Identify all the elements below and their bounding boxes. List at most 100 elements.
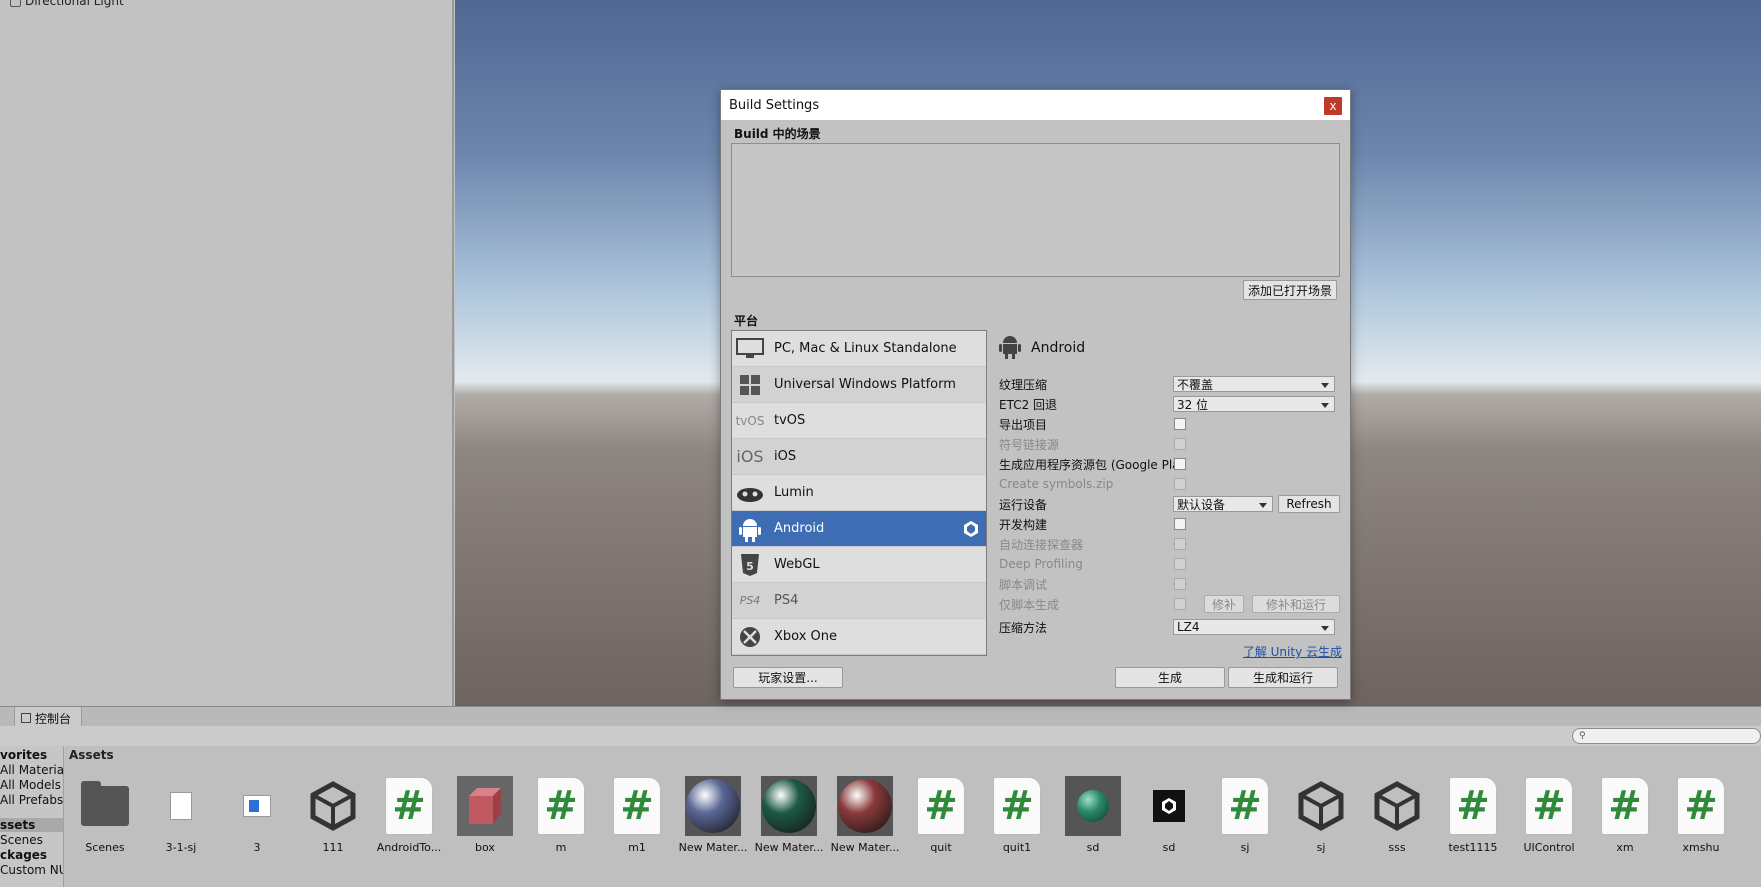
run-device-select[interactable]: 默认设备 bbox=[1173, 496, 1273, 512]
texture-compression-select[interactable]: 不覆盖 bbox=[1173, 376, 1335, 392]
patch-button[interactable]: 修补 bbox=[1204, 595, 1244, 613]
asset-label: New Mater... bbox=[754, 841, 824, 854]
asset-label: 111 bbox=[322, 841, 344, 854]
platform-label-text: WebGL bbox=[774, 557, 820, 572]
asset-item[interactable]: sd bbox=[1057, 776, 1129, 854]
hierarchy-panel: Directional Light bbox=[0, 0, 454, 706]
material-sphere-icon bbox=[837, 776, 893, 836]
asset-item[interactable]: # quit bbox=[905, 776, 977, 854]
asset-label: sd bbox=[1086, 841, 1100, 854]
player-settings-button[interactable]: 玩家设置... bbox=[733, 667, 843, 688]
tree-all-prefabs[interactable]: All Prefabs bbox=[0, 793, 63, 807]
script-debugging-checkbox[interactable] bbox=[1174, 578, 1186, 590]
patch-and-run-button[interactable]: 修补和运行 bbox=[1252, 595, 1340, 613]
project-folder-tree: vorites All Material All Models All Pref… bbox=[0, 746, 64, 887]
etc2-fallback-label: ETC2 回退 bbox=[999, 397, 1058, 412]
android-icon bbox=[999, 333, 1021, 363]
asset-item[interactable]: sj bbox=[1285, 776, 1357, 854]
add-open-scenes-button[interactable]: 添加已打开场景 bbox=[1243, 280, 1337, 300]
dialog-title: Build Settings bbox=[729, 97, 820, 113]
scripts-only-build-row: 仅脚本生成 修补 修补和运行 bbox=[999, 595, 1342, 613]
asset-item[interactable]: # UIControl bbox=[1513, 776, 1585, 854]
asset-item[interactable]: # test1115 bbox=[1437, 776, 1509, 854]
unity-cloud-build-link[interactable]: 了解 Unity 云生成 bbox=[1243, 643, 1342, 660]
asset-item[interactable]: # AndroidTo... bbox=[373, 776, 445, 854]
tree-custom-nunit[interactable]: Custom NU bbox=[0, 863, 63, 877]
asset-item[interactable]: sd bbox=[1133, 776, 1205, 854]
platform-label-text: Xbox One bbox=[774, 629, 838, 644]
asset-item[interactable]: # m1 bbox=[601, 776, 673, 854]
platform-tvos[interactable]: tvOS tvOS bbox=[732, 403, 986, 439]
asset-item[interactable]: # xm bbox=[1589, 776, 1661, 854]
asset-item[interactable]: New Mater... bbox=[677, 776, 749, 854]
prefab-box-icon bbox=[457, 776, 513, 836]
project-search-input[interactable]: ⚲ bbox=[1572, 728, 1761, 744]
compression-method-select[interactable]: LZ4 bbox=[1173, 619, 1335, 635]
deep-profiling-checkbox[interactable] bbox=[1174, 558, 1186, 570]
compression-method-row: 压缩方法 LZ4 bbox=[999, 618, 1342, 636]
asset-item[interactable]: 3-1-sj bbox=[145, 776, 217, 854]
platform-webgl[interactable]: 5 WebGL bbox=[732, 547, 986, 583]
asset-item[interactable]: 111 bbox=[297, 776, 369, 854]
symlink-sources-row: 符号链接源 bbox=[999, 435, 1342, 453]
build-button[interactable]: 生成 bbox=[1115, 667, 1225, 688]
development-build-label: 开发构建 bbox=[999, 517, 1048, 532]
refresh-devices-button[interactable]: Refresh bbox=[1278, 495, 1340, 513]
development-build-checkbox[interactable] bbox=[1174, 518, 1186, 530]
scenes-in-build-list[interactable] bbox=[731, 143, 1340, 277]
asset-item[interactable]: # xmshu bbox=[1665, 776, 1737, 854]
tree-assets[interactable]: ssets bbox=[0, 818, 63, 832]
tree-scenes[interactable]: Scenes bbox=[0, 833, 43, 847]
asset-label: box bbox=[475, 841, 495, 854]
scripts-only-build-checkbox[interactable] bbox=[1174, 598, 1186, 610]
autoconnect-profiler-checkbox[interactable] bbox=[1174, 538, 1186, 550]
asset-item[interactable]: New Mater... bbox=[829, 776, 901, 854]
csharp-script-icon: # bbox=[1597, 776, 1653, 836]
asset-label: xmshu bbox=[1682, 841, 1720, 854]
build-app-bundle-checkbox[interactable] bbox=[1174, 458, 1186, 470]
asset-item[interactable]: 3 bbox=[221, 776, 293, 854]
tree-all-models[interactable]: All Models bbox=[0, 778, 61, 792]
build-and-run-button[interactable]: 生成和运行 bbox=[1228, 667, 1338, 688]
etc2-fallback-select[interactable]: 32 位 bbox=[1173, 396, 1335, 412]
asset-item[interactable]: Scenes bbox=[69, 776, 141, 854]
unity-asset-icon bbox=[1141, 776, 1197, 836]
asset-item[interactable]: # m bbox=[525, 776, 597, 854]
platform-lumin[interactable]: Lumin bbox=[732, 475, 986, 511]
folder-icon bbox=[77, 776, 133, 836]
csharp-script-icon: # bbox=[1521, 776, 1577, 836]
csharp-script-icon: # bbox=[989, 776, 1045, 836]
platform-uwp[interactable]: Universal Windows Platform bbox=[732, 367, 986, 403]
asset-label: sss bbox=[1388, 841, 1406, 854]
export-project-checkbox[interactable] bbox=[1174, 418, 1186, 430]
platform-ps4[interactable]: PS4 PS4 bbox=[732, 583, 986, 619]
script-debugging-label: 脚本调试 bbox=[999, 577, 1048, 592]
hierarchy-item-directional-light[interactable]: Directional Light bbox=[10, 0, 124, 8]
unity-scene-icon bbox=[305, 776, 361, 836]
asset-item[interactable]: New Mater... bbox=[753, 776, 825, 854]
close-button[interactable]: x bbox=[1324, 97, 1342, 115]
dialog-title-bar: Build Settings x bbox=[721, 90, 1350, 120]
asset-item[interactable]: sss bbox=[1361, 776, 1433, 854]
platform-android[interactable]: Android bbox=[732, 511, 986, 547]
csharp-script-icon: # bbox=[381, 776, 437, 836]
scenes-in-build-label: Build 中的场景 bbox=[734, 127, 821, 141]
svg-text:5: 5 bbox=[746, 560, 754, 573]
asset-item[interactable]: box bbox=[449, 776, 521, 854]
tree-all-materials[interactable]: All Material bbox=[0, 763, 63, 777]
asset-label: UIControl bbox=[1523, 841, 1575, 854]
asset-item[interactable]: # sj bbox=[1209, 776, 1281, 854]
tree-packages[interactable]: ckages bbox=[0, 848, 47, 862]
asset-label: sj bbox=[1316, 841, 1326, 854]
platform-ios[interactable]: iOS iOS bbox=[732, 439, 986, 475]
material-sphere-icon bbox=[1065, 776, 1121, 836]
hierarchy-item-label: Directional Light bbox=[25, 0, 124, 8]
asset-item[interactable]: # quit1 bbox=[981, 776, 1053, 854]
monitor-icon bbox=[732, 331, 768, 367]
tree-favorites[interactable]: vorites bbox=[0, 748, 47, 762]
autoconnect-profiler-label: 自动连接探查器 bbox=[999, 537, 1084, 552]
platform-pc-mac-linux[interactable]: PC, Mac & Linux Standalone bbox=[732, 331, 986, 367]
platform-xbox-one[interactable]: Xbox One bbox=[732, 619, 986, 655]
symlink-sources-checkbox[interactable] bbox=[1174, 438, 1186, 450]
create-symbols-checkbox[interactable] bbox=[1174, 478, 1186, 490]
